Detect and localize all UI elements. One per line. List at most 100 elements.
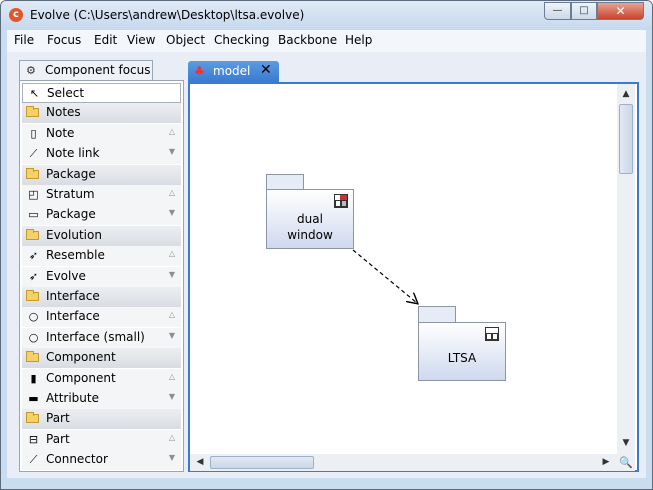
menu-help[interactable]: Help bbox=[345, 33, 372, 47]
palette-tool-note-link[interactable]: ⟋ Note link ▼ bbox=[22, 144, 181, 165]
expand-up-icon[interactable]: △ bbox=[169, 127, 175, 136]
package-dual-window[interactable]: dual window bbox=[266, 189, 354, 249]
close-tab-icon[interactable]: ✕ bbox=[260, 62, 272, 78]
palette-row-label: Part bbox=[46, 431, 70, 446]
title-bar: c Evolve (C:\Users\andrew\Desktop\ltsa.e… bbox=[1, 1, 652, 30]
expand-up-icon[interactable]: △ bbox=[169, 188, 175, 197]
menu-checking[interactable]: Checking bbox=[214, 33, 269, 47]
expand-down-icon[interactable]: ▼ bbox=[169, 147, 175, 156]
palette-group-package[interactable]: Package bbox=[22, 164, 181, 185]
stratum-icon: ◰ bbox=[28, 188, 39, 201]
folder-icon bbox=[26, 351, 39, 363]
scroll-left-icon[interactable]: ◀ bbox=[193, 455, 207, 469]
expand-up-icon[interactable]: △ bbox=[169, 433, 175, 442]
minimize-button[interactable]: — bbox=[544, 2, 571, 20]
window-title: Evolve (C:\Users\andrew\Desktop\ltsa.evo… bbox=[30, 8, 305, 22]
maximize-button[interactable]: □ bbox=[571, 2, 597, 20]
palette-row-label: Package bbox=[46, 166, 96, 181]
expand-down-icon[interactable]: ▼ bbox=[169, 208, 175, 217]
client-area: ⚙ Component focus ↖ Select Notes ▯ Note △ ⟋ Not… bbox=[7, 52, 646, 478]
connector-icon: ⟋ bbox=[29, 453, 38, 467]
zoom-icon[interactable]: 🔍 bbox=[617, 454, 635, 471]
scroll-right-icon[interactable]: ▶ bbox=[599, 455, 613, 469]
vertical-scroll-thumb[interactable] bbox=[619, 104, 633, 174]
palette-row-label: Component bbox=[46, 350, 116, 365]
evolve-icon: ➶ bbox=[28, 269, 39, 283]
expand-down-icon[interactable]: ▼ bbox=[169, 331, 175, 340]
palette-tool-attribute[interactable]: ▬ Attribute ▼ bbox=[22, 389, 181, 409]
folder-icon bbox=[26, 167, 39, 179]
palette-group-evolution[interactable]: Evolution bbox=[22, 225, 181, 246]
palette-row-label: Select bbox=[47, 86, 85, 100]
dependency-arrow[interactable] bbox=[352, 249, 417, 303]
tab-component-focus[interactable]: ⚙ Component focus bbox=[19, 60, 153, 80]
expand-down-icon[interactable]: ▼ bbox=[169, 270, 175, 279]
palette-tab-label: Component focus bbox=[45, 63, 151, 77]
scroll-down-icon[interactable]: ▼ bbox=[619, 436, 633, 450]
palette-tool-interface-small[interactable]: ○ Interface (small) ▼ bbox=[22, 327, 181, 348]
palette-row-label: Interface (small) bbox=[46, 329, 145, 344]
menu-object[interactable]: Object bbox=[166, 33, 205, 47]
package-stereotype-icon bbox=[485, 327, 499, 341]
palette-group-interface[interactable]: Interface bbox=[22, 287, 181, 307]
package-name: LTSA bbox=[447, 351, 477, 365]
menu-edit[interactable]: Edit bbox=[94, 33, 117, 47]
palette-row-label: Part bbox=[46, 411, 70, 426]
menu-bar: File Focus Edit View Object Checking Bac… bbox=[7, 30, 646, 52]
palette-group-component[interactable]: Component bbox=[22, 348, 181, 369]
expand-up-icon[interactable]: △ bbox=[169, 310, 175, 319]
tab-model[interactable]: ♣ model ✕ bbox=[188, 61, 279, 82]
package-tab bbox=[418, 306, 456, 323]
model-tree-icon: ♣ bbox=[194, 64, 205, 78]
horizontal-scrollbar[interactable]: ◀ ▶ bbox=[190, 454, 617, 471]
palette-tool-resemble[interactable]: ➶ Resemble △ bbox=[22, 246, 181, 267]
expand-up-icon[interactable]: △ bbox=[169, 249, 175, 258]
menu-backbone[interactable]: Backbone bbox=[278, 33, 337, 47]
palette-row-label: Evolve bbox=[46, 268, 86, 283]
palette-tool-stratum[interactable]: ◰ Stratum △ bbox=[22, 185, 181, 205]
component-focus-icon: ⚙ bbox=[26, 64, 36, 77]
folder-icon bbox=[26, 412, 39, 424]
scroll-up-icon[interactable]: ▲ bbox=[619, 87, 633, 101]
diagram-canvas[interactable]: dual window LTSA bbox=[190, 84, 611, 454]
resemble-icon: ➶ bbox=[28, 249, 39, 263]
component-icon: ▮ bbox=[30, 371, 37, 385]
menu-view[interactable]: View bbox=[127, 33, 155, 47]
tool-palette: ↖ Select Notes ▯ Note △ ⟋ Note link ▼ Package ◰ Str… bbox=[19, 80, 184, 472]
note-icon: ▯ bbox=[30, 126, 37, 140]
palette-row-label: Evolution bbox=[46, 227, 102, 242]
close-button[interactable]: ✕ bbox=[597, 2, 644, 20]
expand-up-icon[interactable]: △ bbox=[169, 372, 175, 381]
package-name: dual window bbox=[287, 212, 333, 242]
expand-down-icon[interactable]: ▼ bbox=[169, 392, 175, 401]
palette-tool-part[interactable]: ⊟ Part △ bbox=[22, 429, 181, 450]
folder-icon bbox=[26, 228, 39, 240]
palette-row-label: Interface bbox=[46, 289, 100, 303]
palette-tool-package[interactable]: ▭ Package ▼ bbox=[22, 205, 181, 226]
palette-group-part[interactable]: Part bbox=[22, 409, 181, 430]
menu-focus[interactable]: Focus bbox=[47, 33, 81, 47]
palette-tool-evolve[interactable]: ➶ Evolve ▼ bbox=[22, 266, 181, 287]
palette-row-label: Stratum bbox=[46, 187, 95, 201]
palette-tool-note[interactable]: ▯ Note △ bbox=[22, 123, 181, 144]
diagram-editor: dual window LTSA ▲ ▼ ◀ ▶ � bbox=[188, 82, 639, 472]
palette-row-label: Interface bbox=[46, 309, 100, 324]
palette-tool-component[interactable]: ▮ Component △ bbox=[22, 368, 181, 389]
palette-tool-interface[interactable]: ○ Interface △ bbox=[22, 307, 181, 328]
package-ltsa[interactable]: LTSA bbox=[418, 322, 506, 381]
expand-down-icon[interactable]: ▼ bbox=[169, 453, 175, 462]
interface-icon: ○ bbox=[28, 310, 39, 324]
palette-group-notes[interactable]: Notes bbox=[22, 103, 181, 124]
interface-small-icon: ○ bbox=[28, 330, 39, 344]
menu-file[interactable]: File bbox=[14, 33, 34, 47]
palette-tool-connector[interactable]: ⟋ Connector ▼ bbox=[22, 450, 181, 471]
editor-tab-label: model bbox=[213, 64, 251, 78]
palette-row-label: Notes bbox=[46, 105, 81, 120]
horizontal-scroll-thumb[interactable] bbox=[210, 456, 314, 469]
palette-row-label: Note link bbox=[46, 146, 100, 161]
vertical-scrollbar[interactable]: ▲ ▼ bbox=[617, 84, 635, 454]
palette-row-label: Component bbox=[46, 370, 116, 385]
palette-row-label: Connector bbox=[46, 452, 108, 467]
palette-tool-select[interactable]: ↖ Select bbox=[22, 83, 181, 103]
folder-icon bbox=[26, 290, 39, 301]
